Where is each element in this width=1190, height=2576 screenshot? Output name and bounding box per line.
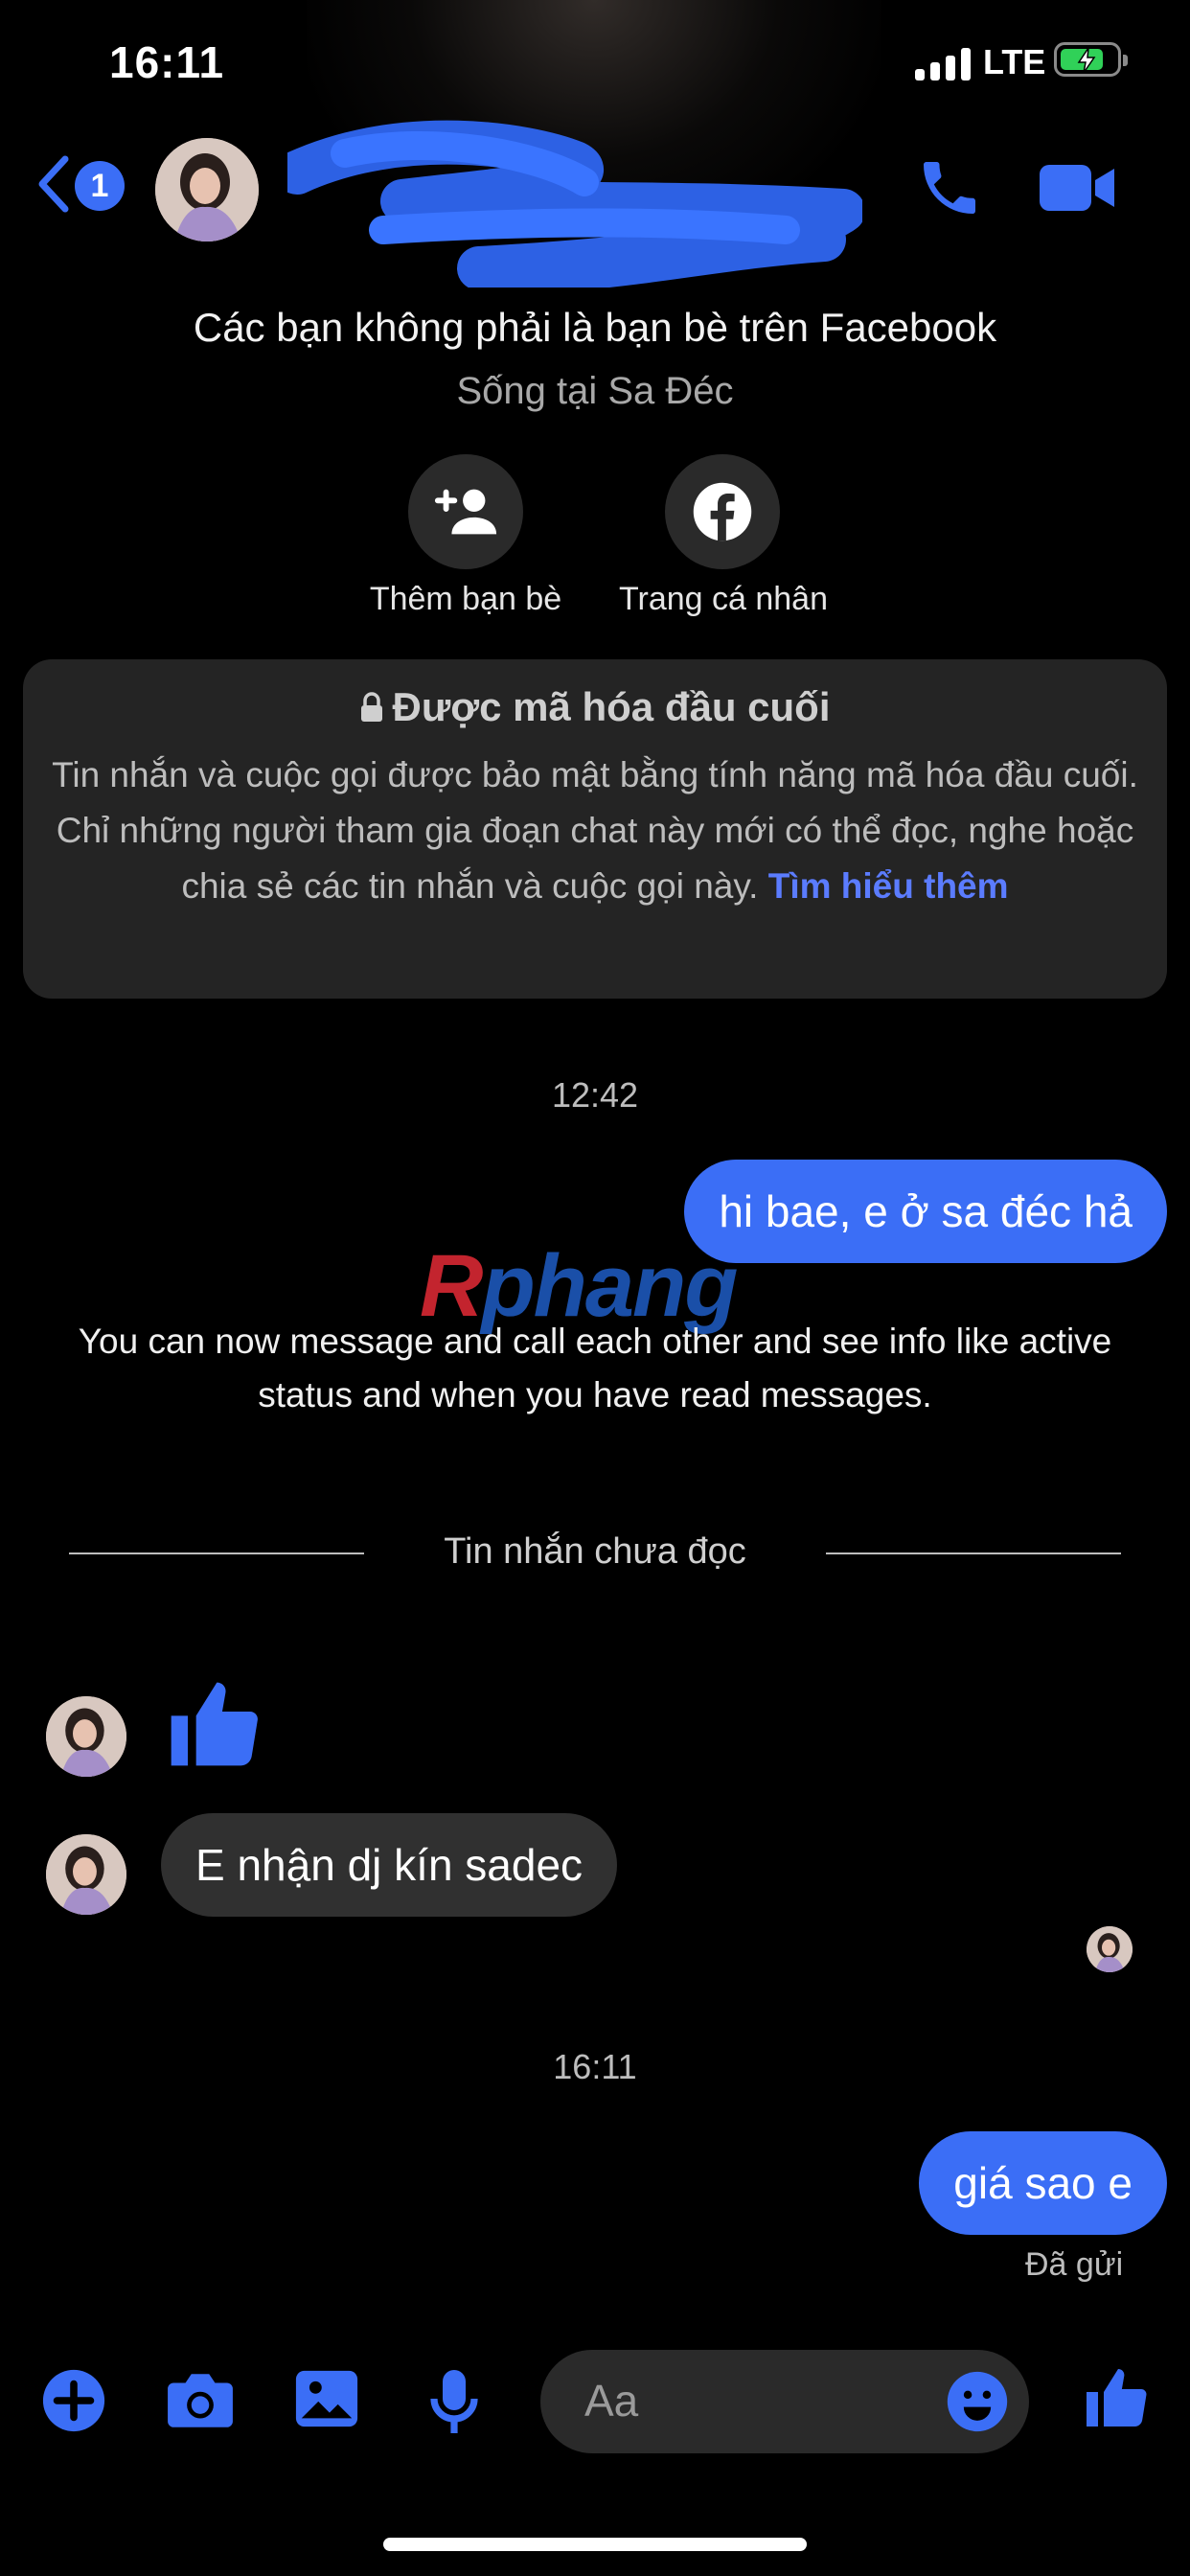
facebook-icon: [693, 482, 752, 541]
thumbs-up-icon: [171, 1682, 258, 1766]
voice-message-button[interactable]: [427, 2367, 481, 2441]
outgoing-message[interactable]: giá sao e: [919, 2131, 1167, 2235]
unread-divider: Tin nhắn chưa đọc: [444, 1531, 746, 1572]
camera-icon: [168, 2374, 233, 2427]
sender-avatar[interactable]: [46, 1834, 126, 1915]
incoming-like-sticker[interactable]: [163, 1671, 263, 1782]
message-text: E nhận dj kín sadec: [195, 1840, 584, 1890]
phone-icon: [924, 162, 975, 214]
video-call-button[interactable]: [1038, 161, 1116, 219]
add-friend-button[interactable]: [408, 454, 523, 569]
gallery-button[interactable]: [293, 2367, 360, 2435]
incoming-message[interactable]: E nhận dj kín sadec: [161, 1813, 618, 1917]
profile-button[interactable]: [665, 454, 780, 569]
image-icon: [295, 2370, 358, 2427]
outgoing-message[interactable]: hi bae, e ở sa đéc hả: [684, 1160, 1167, 1263]
message-input-placeholder: Aa: [584, 2376, 639, 2426]
profile-circle[interactable]: [665, 454, 780, 569]
encryption-title: Được mã hóa đầu cuối: [392, 684, 831, 729]
timestamp: 12:42: [551, 1075, 639, 1115]
not-friends-notice: Các bạn không phải là bạn bè trên Facebo…: [193, 305, 997, 350]
video-camera-icon: [1040, 165, 1114, 211]
home-indicator[interactable]: [383, 2538, 807, 2551]
network-label: LTE: [983, 42, 1046, 81]
delivery-status: Đã gửi: [1025, 2246, 1124, 2283]
battery-icon: [1054, 42, 1128, 77]
encryption-title-row: Được mã hóa đầu cuối: [23, 684, 1167, 730]
lock-icon: [361, 692, 383, 722]
send-like-button[interactable]: [1081, 2361, 1150, 2439]
redacted-name-scribble: [287, 120, 862, 288]
signal-icon: [915, 46, 971, 80]
status-time: 16:11: [109, 37, 225, 87]
sender-avatar[interactable]: [46, 1696, 126, 1777]
back-button[interactable]: [34, 155, 73, 218]
add-person-icon: [434, 489, 497, 535]
smiley-icon: [947, 2371, 1008, 2432]
read-receipt-avatar: [1087, 1926, 1133, 1972]
more-actions-button[interactable]: [40, 2367, 107, 2439]
message-text: giá sao e: [953, 2158, 1133, 2208]
plus-circle-icon: [42, 2369, 105, 2432]
emoji-button[interactable]: [945, 2369, 1010, 2439]
contact-avatar[interactable]: [155, 138, 259, 242]
location-info: Sống tại Sa Đéc: [456, 370, 734, 412]
chevron-left-icon: [38, 155, 69, 213]
microphone-icon: [430, 2370, 478, 2433]
voice-call-button[interactable]: [915, 153, 984, 227]
message-text: hi bae, e ở sa đéc hả: [719, 1186, 1133, 1236]
encryption-body-text: Tin nhắn và cuộc gọi được bảo mật bằng t…: [52, 748, 1138, 914]
system-notice: You can now message and call each other …: [78, 1322, 1112, 1414]
learn-more-link[interactable]: Tìm hiểu thêm: [768, 866, 1009, 906]
add-friend-label: Thêm bạn bè: [369, 581, 562, 617]
unread-count-badge: 1: [75, 161, 125, 211]
timestamp: 16:11: [553, 2047, 637, 2086]
add-friend-circle[interactable]: [408, 454, 523, 569]
camera-button[interactable]: [165, 2367, 236, 2439]
thumbs-up-icon: [1087, 2369, 1147, 2426]
profile-label: Trang cá nhân: [619, 581, 828, 617]
